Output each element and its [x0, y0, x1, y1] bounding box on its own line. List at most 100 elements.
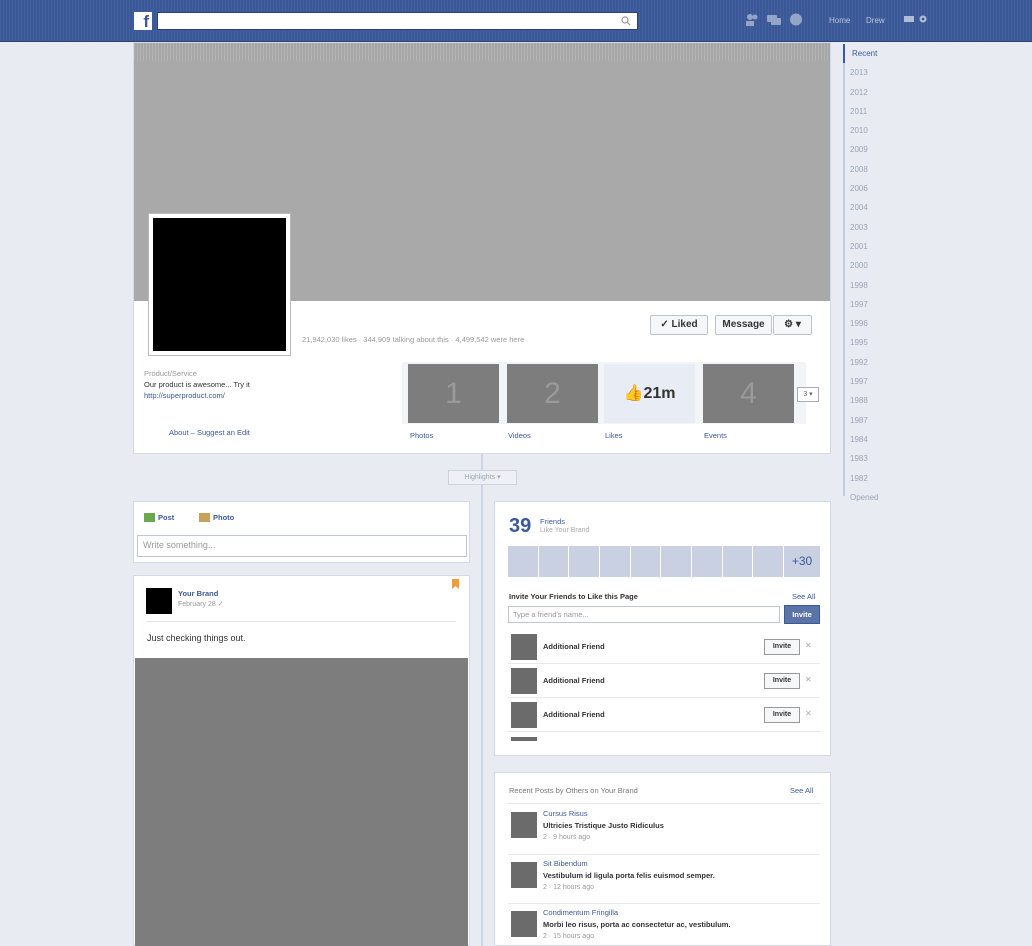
year-opened[interactable]: Opened — [843, 488, 903, 507]
more-friends-count[interactable]: +30 — [784, 546, 821, 577]
post-date[interactable]: February 28 ✓ — [178, 600, 224, 608]
year-2010[interactable]: 2010 — [843, 121, 903, 140]
search-icon[interactable] — [621, 16, 631, 26]
invite-see-all-link[interactable]: See All — [792, 592, 815, 601]
search-input[interactable] — [157, 12, 638, 30]
year-2013[interactable]: 2013 — [843, 63, 903, 82]
post-author-avatar[interactable] — [146, 588, 172, 614]
year-1996[interactable]: 1996 — [843, 314, 903, 333]
friend-avatar[interactable] — [511, 668, 537, 694]
friend-thumb[interactable] — [508, 546, 539, 577]
friend-name[interactable]: Additional Friend — [543, 710, 605, 719]
friend-name[interactable]: Additional Friend — [543, 642, 605, 651]
post-icon — [144, 513, 155, 522]
year-2004[interactable]: 2004 — [843, 198, 903, 217]
post-image[interactable] — [135, 658, 468, 946]
year-2008[interactable]: 2008 — [843, 160, 903, 179]
settings-gear-icon[interactable] — [918, 14, 928, 24]
notifications-globe-icon[interactable] — [789, 13, 803, 26]
more-apps-button[interactable]: 3 ▾ — [797, 387, 819, 402]
app-videos-label[interactable]: Videos — [508, 431, 531, 440]
recent-post-meta[interactable]: 2 · 15 hours ago — [543, 933, 594, 940]
year-2000[interactable]: 2000 — [843, 256, 903, 275]
app-photos-tile[interactable]: 1 — [408, 364, 499, 423]
friend-thumb[interactable] — [661, 546, 693, 577]
app-likes-tile[interactable]: 👍21m — [604, 364, 695, 423]
year-1984[interactable]: 1984 — [843, 430, 903, 449]
nav-profile-link[interactable]: Drew — [866, 16, 885, 25]
friend-avatar[interactable] — [511, 702, 537, 728]
year-1988[interactable]: 1988 — [843, 391, 903, 410]
year-2009[interactable]: 2009 — [843, 140, 903, 159]
post-author-name[interactable]: Your Brand — [178, 589, 218, 598]
year-2012[interactable]: 2012 — [843, 83, 903, 102]
bookmark-icon[interactable] — [452, 579, 459, 589]
app-photos-label[interactable]: Photos — [410, 431, 433, 440]
about-link[interactable]: About – Suggest an Edit — [169, 428, 250, 437]
messages-icon[interactable] — [767, 13, 781, 26]
year-1983[interactable]: 1983 — [843, 449, 903, 468]
friend-name-input[interactable]: Type a friend's name... — [508, 606, 780, 623]
composer-photo-tab[interactable]: Photo — [199, 513, 234, 522]
recent-post-message[interactable]: Morbi leo risus, porta ac consectetur ac… — [543, 920, 731, 929]
year-1997[interactable]: 1997 — [843, 295, 903, 314]
close-icon[interactable]: ✕ — [805, 675, 812, 684]
recent-post-message[interactable]: Ultricies Tristique Justo Ridiculus — [543, 821, 664, 830]
close-icon[interactable]: ✕ — [805, 641, 812, 650]
composer-post-tab[interactable]: Post — [144, 513, 174, 522]
friend-thumb[interactable] — [569, 546, 601, 577]
year-1982[interactable]: 1982 — [843, 469, 903, 488]
recent-post-author[interactable]: Sit Bibendum — [543, 859, 588, 868]
year-1995[interactable]: 1995 — [843, 333, 903, 352]
close-icon[interactable]: ✕ — [805, 709, 812, 718]
friend-invite-button[interactable]: Invite — [764, 673, 800, 689]
row-divider — [508, 803, 820, 804]
friend-invite-button[interactable]: Invite — [764, 707, 800, 723]
recent-post-avatar[interactable] — [511, 911, 537, 937]
year-2003[interactable]: 2003 — [843, 218, 903, 237]
year-1998[interactable]: 1998 — [843, 276, 903, 295]
recent-see-all-link[interactable]: See All — [790, 786, 813, 795]
year-1992[interactable]: 1992 — [843, 353, 903, 372]
year-2006[interactable]: 2006 — [843, 179, 903, 198]
recent-post-avatar[interactable] — [511, 862, 537, 888]
page-website-link[interactable]: http://superproduct.com/ — [144, 390, 394, 401]
app-videos-tile[interactable]: 2 — [507, 364, 598, 423]
page-options-button[interactable]: ⚙ ▾ — [773, 315, 812, 335]
recent-post-message[interactable]: Vestibulum id ligula porta felis euismod… — [543, 871, 715, 880]
friend-thumb[interactable] — [630, 546, 662, 577]
year-recent[interactable]: Recent — [843, 44, 903, 64]
friend-invite-button[interactable]: Invite — [764, 639, 800, 655]
recent-post-author[interactable]: Cursus Risus — [543, 809, 588, 818]
recent-post-avatar[interactable] — [511, 812, 537, 838]
friend-thumb[interactable] — [753, 546, 785, 577]
friend-avatar[interactable] — [511, 634, 537, 660]
app-likes-label[interactable]: Likes — [605, 431, 623, 440]
friend-name[interactable]: Additional Friend — [543, 676, 605, 685]
friend-thumb[interactable] — [600, 546, 631, 577]
profile-picture[interactable] — [149, 214, 290, 355]
liked-button[interactable]: ✓ Liked — [650, 315, 708, 335]
friends-title-link[interactable]: Friends — [540, 517, 565, 526]
row-divider — [508, 731, 820, 732]
status-input[interactable]: Write something... — [137, 535, 467, 557]
find-friends-icon[interactable] — [904, 14, 914, 24]
year-1987[interactable]: 1987 — [843, 411, 903, 430]
message-button[interactable]: Message — [715, 315, 772, 335]
recent-post-author[interactable]: Condimentum Fringilla — [543, 908, 618, 917]
recent-post-meta[interactable]: 2 · 12 hours ago — [543, 884, 594, 891]
nav-home-link[interactable]: Home — [829, 16, 850, 25]
friend-requests-icon[interactable] — [745, 13, 759, 26]
year-2011[interactable]: 2011 — [843, 102, 903, 121]
invite-button[interactable]: Invite — [784, 605, 820, 624]
year-2001[interactable]: 2001 — [843, 237, 903, 256]
friend-thumb[interactable] — [692, 546, 723, 577]
friend-thumb[interactable] — [722, 546, 754, 577]
friend-thumb[interactable] — [538, 546, 570, 577]
recent-post-meta[interactable]: 2 · 9 hours ago — [543, 834, 590, 841]
year-1997b[interactable]: 1997 — [843, 372, 903, 391]
facebook-logo[interactable]: f — [134, 12, 152, 31]
app-events-tile[interactable]: 4 — [703, 364, 794, 423]
highlights-dropdown[interactable]: Highlights ▾ — [448, 470, 517, 485]
app-events-label[interactable]: Events — [704, 431, 727, 440]
